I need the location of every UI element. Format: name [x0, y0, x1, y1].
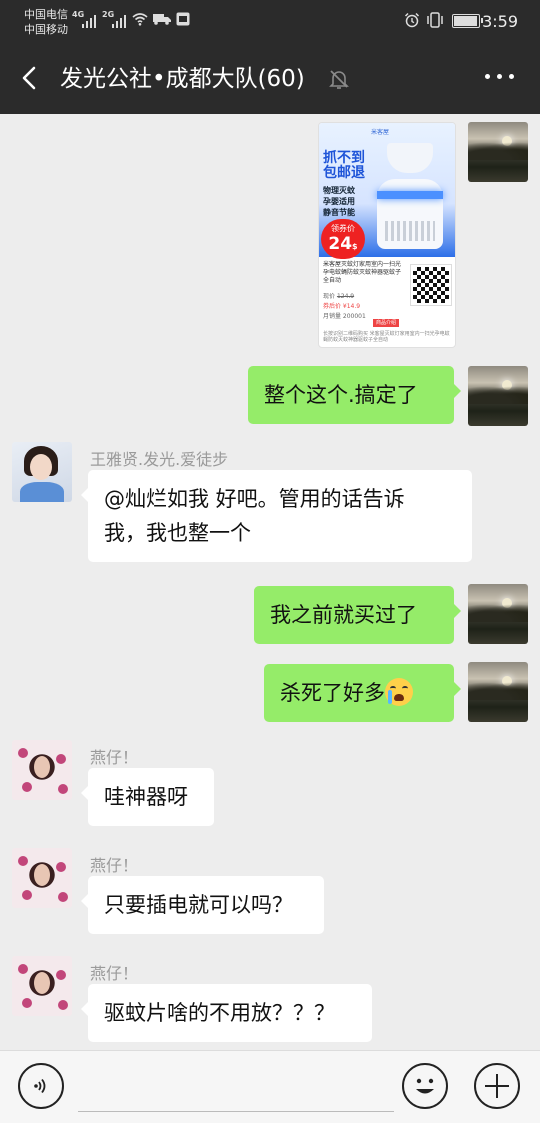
- battery-icon: [452, 14, 483, 28]
- voice-icon[interactable]: [18, 1063, 64, 1109]
- clock: 3:59: [482, 12, 518, 31]
- stock-row: 月销量 200001: [323, 313, 366, 320]
- headline-line-1: 抓不到: [323, 150, 365, 166]
- qr-code: [410, 264, 452, 306]
- message-text-line-2: 我，我也整一个: [104, 521, 251, 545]
- avatar-wang[interactable]: [12, 442, 72, 502]
- sender-name: 王雅贤.发光.爱徒步: [90, 450, 229, 469]
- product-detail-button[interactable]: 商品介绍: [373, 319, 399, 327]
- status-bar: 中国电信 中国移动 4G 2G 3:59: [0, 0, 540, 44]
- message-text: 哇神器呀: [104, 785, 188, 809]
- product-image: 米客屋 抓不到 包邮退 物理灭蚊 孕婴适用 静音节能 领券价 24$: [319, 123, 455, 259]
- signal-icon: [82, 12, 96, 28]
- battery-level: [454, 16, 478, 26]
- carrier-2: 中国移动: [24, 23, 68, 36]
- message-text: 驱蚊片啥的不用放？？？: [104, 1001, 335, 1025]
- chat-title: 发光公社•成都大队(60): [60, 66, 305, 92]
- wifi-icon: [132, 13, 148, 26]
- product-headline: 抓不到 包邮退: [323, 151, 365, 181]
- message-bubble-incoming[interactable]: 驱蚊片啥的不用放？？？: [81, 984, 372, 1042]
- emoji-icon[interactable]: [402, 1063, 448, 1109]
- avatar-yanzai[interactable]: [12, 740, 72, 800]
- message-text: 整个这个.搞定了: [264, 383, 418, 407]
- avatar-me[interactable]: [468, 584, 528, 644]
- product-logo: 米客屋: [371, 129, 390, 136]
- product-footer: 长按识别二维码购买 米客屋灭蚊灯家用室内一扫光孕电蚊蝇防蚊灭蚊神器驱蚊子全自动: [323, 331, 450, 343]
- product-card-message[interactable]: 米客屋 抓不到 包邮退 物理灭蚊 孕婴适用 静音节能 领券价 24$ 米客屋灭蚊…: [318, 122, 456, 348]
- coupon-label: 领券价: [331, 224, 355, 233]
- avatar-me[interactable]: [468, 122, 528, 182]
- avatar-me[interactable]: [468, 662, 528, 722]
- carrier-labels: 中国电信 中国移动: [24, 7, 68, 37]
- message-text: 我之前就买过了: [270, 603, 417, 627]
- coupon-price: 24$: [328, 234, 358, 254]
- lamp-illustration: [373, 143, 447, 253]
- chevron-left-icon[interactable]: [18, 66, 42, 90]
- message-text-line-1: @灿烂如我 好吧。管用的话告诉: [104, 487, 405, 511]
- avatar-yanzai[interactable]: [12, 848, 72, 908]
- feature-1: 物理灭蚊: [323, 186, 355, 195]
- message-text: 杀死了好多: [280, 676, 438, 710]
- message-bubble-incoming[interactable]: 只要插电就可以吗？: [81, 876, 324, 934]
- product-features: 物理灭蚊 孕婴适用 静音节能: [323, 185, 355, 218]
- message-bubble-incoming[interactable]: @灿烂如我 好吧。管用的话告诉 我，我也整一个: [81, 470, 472, 562]
- message-bubble-incoming[interactable]: 哇神器呀: [81, 768, 214, 826]
- plus-icon[interactable]: [474, 1063, 520, 1109]
- coupon-price-badge: 领券价 24$: [321, 219, 365, 259]
- truck-icon: [153, 14, 171, 25]
- sender-name: 燕仔！: [90, 964, 139, 983]
- crying-emoji: [385, 678, 413, 706]
- orig-price-row: 现价 124.9: [323, 293, 355, 300]
- avatar-yanzai[interactable]: [12, 956, 72, 1016]
- sender-name: 燕仔！: [90, 748, 139, 767]
- message-text: 只要插电就可以吗？: [104, 893, 293, 917]
- message-list[interactable]: 米客屋 抓不到 包邮退 物理灭蚊 孕婴适用 静音节能 领券价 24$ 米客屋灭蚊…: [0, 114, 540, 1050]
- feature-2: 孕婴适用: [323, 197, 355, 206]
- bell-mute-icon: [329, 70, 349, 89]
- avatar-me[interactable]: [468, 366, 528, 426]
- message-input[interactable]: [78, 1063, 394, 1112]
- chat-header: 发光公社•成都大队(60): [0, 44, 540, 114]
- feature-3: 静音节能: [323, 208, 355, 217]
- signal-icon-2: [112, 12, 126, 28]
- message-bubble-outgoing[interactable]: 我之前就买过了: [254, 586, 461, 644]
- product-description: 米客屋灭蚊灯家用室内一扫光孕电蚊蝇防蚊灭蚊神器驱蚊子全自动: [323, 261, 402, 284]
- carrier-1: 中国电信: [24, 8, 68, 21]
- more-dots-icon[interactable]: [485, 74, 514, 79]
- vibrate-icon: [427, 12, 443, 28]
- alarm-icon: [404, 12, 420, 28]
- message-bubble-outgoing[interactable]: 整个这个.搞定了: [248, 366, 461, 424]
- input-bar: [0, 1050, 540, 1123]
- coupon-row: 券后价 ¥14.9: [323, 303, 361, 310]
- headline-line-2: 包邮退: [323, 165, 365, 181]
- message-bubble-outgoing[interactable]: 杀死了好多: [264, 664, 461, 722]
- sender-name: 燕仔！: [90, 856, 139, 875]
- app-notification-icon: [176, 12, 190, 26]
